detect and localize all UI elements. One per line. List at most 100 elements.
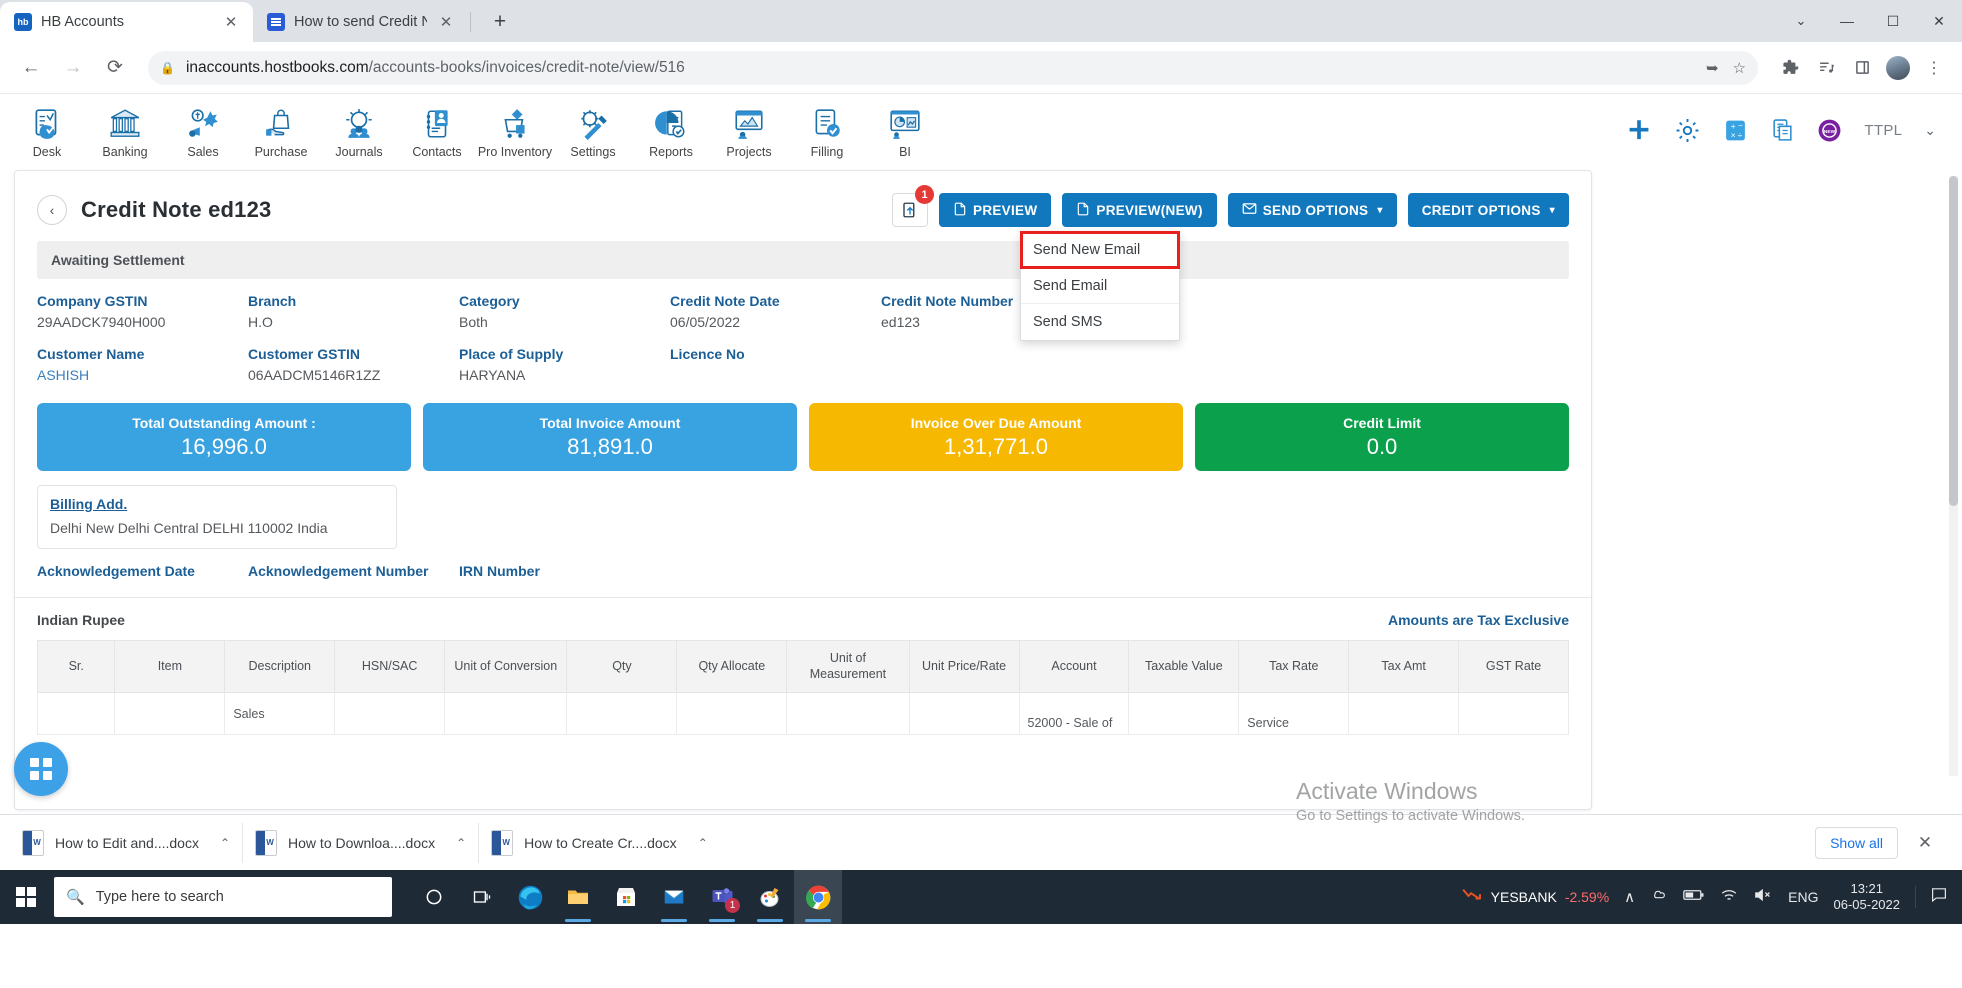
paint-icon[interactable] [746,870,794,924]
minimize-button[interactable]: — [1824,0,1870,42]
close-downloads-bar-icon[interactable]: ✕ [1912,833,1938,853]
chrome-menu-icon[interactable]: ⋮ [1918,52,1950,84]
page-scrollbar[interactable] [1949,176,1958,776]
nav-item-filling[interactable]: Filling [788,102,866,159]
profile-avatar[interactable] [1882,52,1914,84]
tab-search-icon[interactable]: ⌄ [1778,0,1824,42]
filling-icon [810,106,844,142]
show-all-downloads-button[interactable]: Show all [1815,826,1898,859]
scrollbar-thumb[interactable] [1949,176,1958,506]
edge-icon[interactable] [506,870,554,924]
nav-item-banking[interactable]: Banking [86,102,164,159]
preview-button[interactable]: PREVIEW [939,193,1052,227]
back-icon[interactable]: ← [12,49,50,87]
nav-item-desk[interactable]: Desk [8,102,86,159]
menu-item-send-new-email[interactable]: Send New Email [1020,231,1181,269]
chevron-down-icon[interactable]: ⌄ [1924,122,1936,139]
plus-icon[interactable] [1626,117,1652,143]
nav-item-journals[interactable]: Journals [320,102,398,159]
tab-close-icon[interactable]: ✕ [436,12,456,32]
sidepanel-icon[interactable] [1846,52,1878,84]
share-upload-button[interactable]: 1 [892,185,935,227]
back-button[interactable]: ‹ [37,195,67,225]
star-icon[interactable]: ☆ [1733,59,1746,77]
notes-icon[interactable] [1770,118,1795,143]
col-unit-of-measurement: Unit of Measurement [786,639,910,694]
preview-new-button[interactable]: PREVIEW(NEW) [1062,193,1217,227]
browser-tab-how-to-send[interactable]: How to send Credit Note on mai ✕ [253,2,468,42]
col-qty-allocate: Qty Allocate [676,639,788,694]
mail-icon[interactable] [650,870,698,924]
volume-muted-icon[interactable] [1753,887,1773,907]
windows-start-icon[interactable] [0,870,52,924]
billing-address-link[interactable]: Billing Add. [50,496,127,512]
grid-apps-icon[interactable] [14,742,68,796]
menu-item-send-sms[interactable]: Send SMS [1021,304,1179,340]
download-item-3[interactable]: W How to Create Cr....docx ⌃ [479,823,720,863]
browser-tab-hb-accounts[interactable]: hb HB Accounts ✕ [0,2,253,42]
col-tax-rate: Tax Rate [1238,639,1350,694]
nav-item-settings[interactable]: Settings [554,102,632,159]
close-window-button[interactable]: ✕ [1916,0,1962,42]
stock-widget[interactable]: YESBANK -2.59% [1461,887,1609,908]
address-bar[interactable]: 🔒 inaccounts.hostbooks.com /accounts-boo… [148,50,1758,85]
new-badge-icon[interactable]: NEW [1817,118,1842,143]
share-icon[interactable]: ➥ [1706,59,1719,77]
field-value: HARYANA [459,367,526,383]
svg-text:×: × [1731,129,1736,139]
cortana-icon[interactable] [410,870,458,924]
reading-list-icon[interactable] [1810,52,1842,84]
forward-icon[interactable]: → [54,49,92,87]
field-value[interactable]: ASHISH [37,367,248,383]
nav-item-pro-inventory[interactable]: Pro Inventory [476,102,554,159]
word-document-icon: W [255,829,278,856]
chevron-up-icon[interactable]: ⌃ [688,836,708,850]
gear-icon[interactable] [1674,117,1701,144]
reload-icon[interactable]: ⟳ [96,49,134,87]
nav-item-projects[interactable]: Projects [710,102,788,159]
battery-icon[interactable] [1683,888,1705,906]
nav-item-reports[interactable]: Reports [632,102,710,159]
company-name[interactable]: TTPL [1864,122,1902,139]
new-tab-button[interactable]: + [485,7,515,37]
nav-item-sales[interactable]: Sales [164,102,242,159]
teams-icon[interactable]: 1 [698,870,746,924]
tray-overflow-icon[interactable]: ∧ [1624,888,1635,906]
chrome-icon[interactable] [794,870,842,924]
chevron-down-icon: ▾ [1549,204,1555,216]
billing-address-text: Delhi New Delhi Central DELHI 110002 Ind… [50,520,328,536]
extensions-puzzle-icon[interactable] [1774,52,1806,84]
tab-close-icon[interactable]: ✕ [221,12,241,32]
task-view-icon[interactable] [458,870,506,924]
microsoft-store-icon[interactable] [602,870,650,924]
menu-item-send-email[interactable]: Send Email [1021,268,1180,304]
onedrive-icon[interactable] [1650,887,1668,907]
nav-item-contacts[interactable]: Contacts [398,102,476,159]
acknowledgement-row: Acknowledgement Date Acknowledgement Num… [15,549,1591,579]
download-item-1[interactable]: W How to Edit and....docx ⌃ [10,822,244,863]
send-options-button[interactable]: SEND OPTIONS ▾ [1227,193,1397,227]
field-row-1: Company GSTIN 29AADCK7940H000 Branch H.O… [37,293,1569,330]
taskbar-search-input[interactable]: 🔍 Type here to search [54,877,392,917]
chevron-up-icon[interactable]: ⌃ [446,836,466,850]
language-indicator[interactable]: ENG [1788,889,1818,905]
inventory-icon [498,106,532,142]
download-item-2[interactable]: W How to Downloa....docx ⌃ [243,822,480,863]
tab-strip: hb HB Accounts ✕ How to send Credit Note… [0,0,1962,42]
svg-text:NEW: NEW [1824,128,1836,134]
clock[interactable]: 13:21 06-05-2022 [1834,881,1901,914]
notification-icon[interactable] [1915,886,1948,908]
file-explorer-icon[interactable] [554,870,602,924]
nav-item-bi[interactable]: BI [866,102,944,159]
credit-options-button[interactable]: CREDIT OPTIONS ▾ [1407,193,1569,227]
kpi-credit-limit: Credit Limit 0.0 [1195,403,1569,471]
wifi-icon[interactable] [1720,888,1738,907]
calculator-icon[interactable]: + − × ÷ [1723,118,1748,143]
chevron-up-icon[interactable]: ⌃ [210,836,230,850]
table-row[interactable]: Sales 52000 - Sale of Service [36,692,1569,736]
maximize-button[interactable]: ☐ [1870,0,1916,42]
nav-item-purchase[interactable]: Purchase [242,102,320,159]
cell-description: Sales [224,692,336,736]
kpi-label: Total Invoice Amount [539,414,681,431]
field-place-of-supply: Place of Supply HARYANA [459,346,670,383]
